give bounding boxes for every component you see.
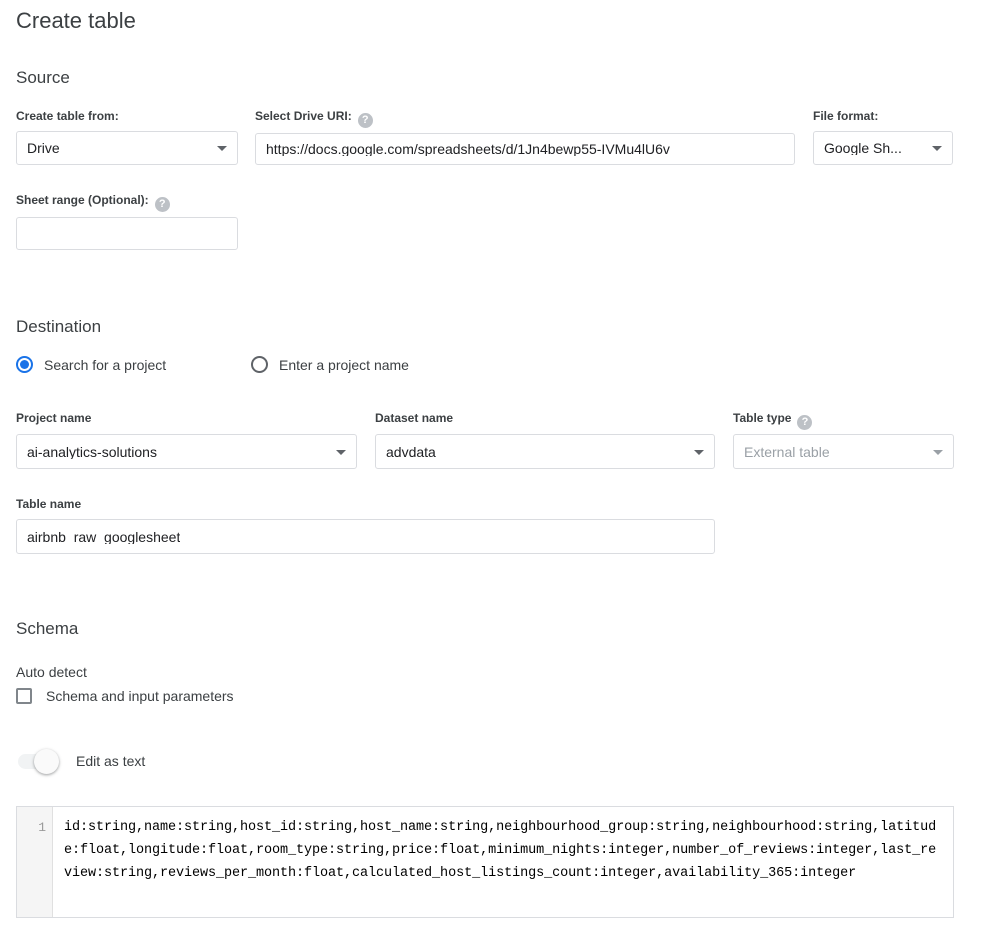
radio-dot-icon: [251, 356, 268, 373]
chevron-down-icon: [932, 146, 942, 151]
table-name-input[interactable]: airbnb_raw_googlesheet: [16, 519, 715, 554]
help-icon[interactable]: ?: [154, 197, 170, 212]
drive-uri-label: Select Drive URI:?: [255, 108, 373, 128]
checkbox-unchecked-icon: [16, 688, 32, 704]
auto-detect-checkbox-label: Schema and input parameters: [46, 688, 234, 704]
edit-as-text-label: Edit as text: [76, 753, 146, 769]
dataset-name-select[interactable]: advdata: [375, 434, 715, 469]
chevron-down-icon: [336, 449, 346, 455]
create-table-from-label: Create table from:: [16, 109, 119, 123]
drive-uri-label-text: Select Drive URI:: [255, 109, 352, 123]
drive-uri-value: https://docs.google.com/spreadsheets/d/1…: [266, 142, 670, 156]
chevron-down-icon: [694, 449, 704, 455]
create-table-from-value: Drive: [27, 141, 60, 155]
auto-detect-checkbox[interactable]: Schema and input parameters: [16, 688, 234, 704]
toggle-switch-icon: [18, 748, 59, 774]
dataset-name-value: advdata: [386, 444, 436, 459]
file-format-select[interactable]: Google Sh...: [813, 131, 953, 165]
auto-detect-label: Auto detect: [16, 664, 87, 680]
project-name-label: Project name: [16, 411, 92, 425]
table-type-label: Table type?: [733, 410, 813, 430]
radio-search-for-a-project-label: Search for a project: [44, 356, 167, 373]
source-section-title: Source: [16, 68, 70, 87]
sheet-range-input[interactable]: [16, 217, 238, 250]
file-format-label: File format:: [813, 109, 879, 123]
help-icon[interactable]: ?: [797, 415, 813, 430]
toggle-knob: [34, 748, 59, 774]
table-type-value: External table: [744, 444, 830, 459]
edit-as-text-toggle[interactable]: Edit as text: [18, 748, 146, 774]
drive-uri-input[interactable]: https://docs.google.com/spreadsheets/d/1…: [255, 133, 795, 165]
dataset-name-label: Dataset name: [375, 411, 454, 425]
destination-section-title: Destination: [16, 317, 102, 336]
chevron-down-icon: [933, 449, 943, 455]
radio-enter-a-project-name[interactable]: Enter a project name: [251, 356, 409, 373]
file-format-value: Google Sh...: [824, 141, 902, 155]
table-name-value: airbnb_raw_googlesheet: [27, 529, 181, 544]
radio-enter-a-project-name-label: Enter a project name: [279, 356, 409, 373]
radio-search-for-a-project[interactable]: Search for a project: [16, 356, 166, 373]
create-table-from-select[interactable]: Drive: [16, 131, 238, 165]
sheet-range-label-text: Sheet range (Optional):: [16, 193, 149, 207]
schema-section-title: Schema: [16, 619, 79, 638]
table-type-label-text: Table type: [733, 411, 792, 425]
create-table-page: Create table Source Create table from: D…: [0, 0, 1000, 941]
editor-line-number: 1: [17, 807, 53, 917]
table-type-select: External table: [733, 434, 954, 469]
schema-text-editor[interactable]: 1 id:string,name:string,host_id:string,h…: [16, 806, 954, 918]
table-name-label: Table name: [16, 497, 82, 511]
page-title: Create table: [16, 8, 136, 33]
project-name-select[interactable]: ai-analytics-solutions: [16, 434, 357, 469]
schema-editor-content[interactable]: id:string,name:string,host_id:string,hos…: [53, 807, 953, 917]
sheet-range-label: Sheet range (Optional):?: [16, 192, 170, 212]
help-icon[interactable]: ?: [357, 113, 373, 128]
radio-dot-selected-icon: [16, 356, 33, 373]
project-name-value: ai-analytics-solutions: [27, 444, 157, 459]
chevron-down-icon: [217, 146, 227, 151]
